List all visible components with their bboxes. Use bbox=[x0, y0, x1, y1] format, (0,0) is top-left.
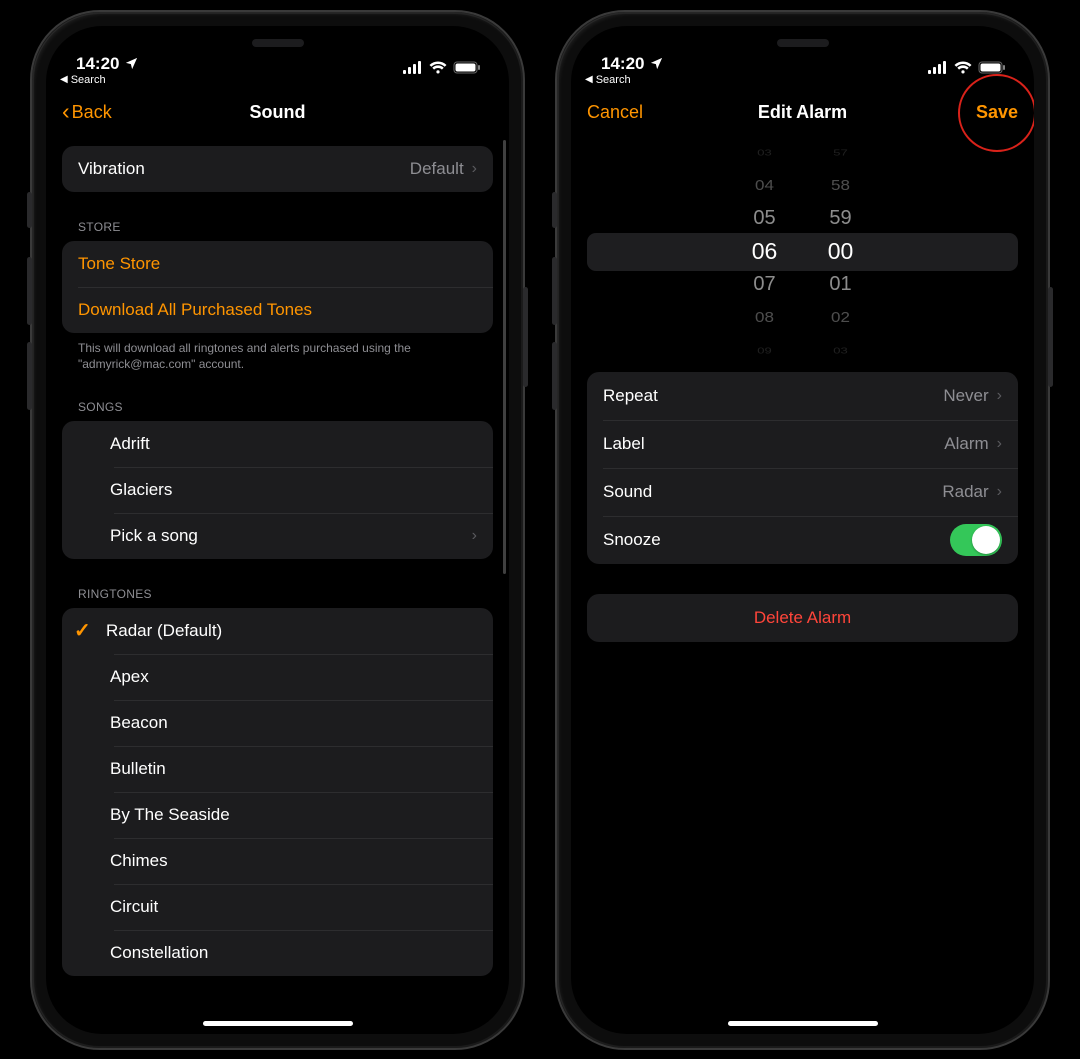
snooze-row: Snooze bbox=[587, 516, 1018, 564]
ringtone-row[interactable]: Chimes bbox=[62, 838, 493, 884]
battery-icon bbox=[453, 61, 481, 74]
sound-row[interactable]: Sound Radar › bbox=[587, 468, 1018, 516]
cellular-icon bbox=[928, 61, 948, 74]
side-button bbox=[27, 192, 32, 228]
tone-store-row[interactable]: Tone Store bbox=[62, 241, 493, 287]
cancel-button[interactable]: Cancel bbox=[587, 102, 643, 123]
row-label: Adrift bbox=[110, 434, 477, 454]
side-button bbox=[552, 342, 557, 410]
row-label: Radar (Default) bbox=[106, 621, 477, 641]
page-title: Edit Alarm bbox=[758, 102, 847, 123]
wifi-icon bbox=[954, 61, 972, 74]
row-label: Repeat bbox=[603, 386, 943, 406]
status-bar: 14:20 bbox=[571, 26, 1034, 76]
picker-minutes[interactable]: 57 58 59 00 01 02 03 bbox=[821, 136, 861, 367]
phone-left: 14:20 ◀ Search ‹ Back Sound bbox=[30, 10, 525, 1050]
row-label: Chimes bbox=[110, 851, 477, 871]
chevron-right-icon: › bbox=[472, 527, 477, 545]
row-value: Alarm bbox=[944, 434, 988, 454]
ringtone-row[interactable]: Apex bbox=[62, 654, 493, 700]
cancel-label: Cancel bbox=[587, 102, 643, 123]
nav-bar: ‹ Back Sound bbox=[46, 90, 509, 136]
chevron-left-icon: ‹ bbox=[62, 100, 70, 123]
row-label: Label bbox=[603, 434, 944, 454]
row-value: Never bbox=[943, 386, 988, 406]
section-footer: This will download all ringtones and ale… bbox=[62, 333, 493, 372]
ringtone-row[interactable]: By The Seaside bbox=[62, 792, 493, 838]
battery-icon bbox=[978, 61, 1006, 74]
song-row[interactable]: Glaciers bbox=[62, 467, 493, 513]
picker-hours[interactable]: 03 04 05 06 07 08 09 bbox=[745, 136, 785, 367]
home-indicator[interactable] bbox=[203, 1021, 353, 1026]
chevron-right-icon: › bbox=[997, 435, 1002, 453]
home-indicator[interactable] bbox=[728, 1021, 878, 1026]
row-label: Beacon bbox=[110, 713, 477, 733]
section-header-store: STORE bbox=[62, 202, 493, 241]
row-label: Tone Store bbox=[78, 254, 477, 274]
delete-label: Delete Alarm bbox=[754, 608, 851, 628]
row-label: Pick a song bbox=[110, 526, 464, 546]
ringtone-row[interactable]: Constellation bbox=[62, 930, 493, 976]
page-title: Sound bbox=[250, 102, 306, 123]
save-button[interactable]: Save bbox=[976, 102, 1018, 123]
row-label: Constellation bbox=[110, 943, 477, 963]
status-time: 14:20 bbox=[76, 54, 119, 74]
chevron-left-icon: ◀ bbox=[585, 74, 593, 85]
save-label: Save bbox=[976, 102, 1018, 123]
chevron-right-icon: › bbox=[997, 387, 1002, 405]
nav-bar: Cancel Edit Alarm Save bbox=[571, 90, 1034, 136]
vibration-row[interactable]: Vibration Default › bbox=[62, 146, 493, 192]
repeat-row[interactable]: Repeat Never › bbox=[587, 372, 1018, 420]
row-label: Bulletin bbox=[110, 759, 477, 779]
ringtone-row[interactable]: ✓ Radar (Default) bbox=[62, 608, 493, 654]
chevron-left-icon: ◀ bbox=[60, 74, 68, 85]
row-label: Vibration bbox=[78, 159, 410, 179]
side-button bbox=[523, 287, 528, 387]
row-value: Radar bbox=[942, 482, 988, 502]
chevron-right-icon: › bbox=[472, 160, 477, 178]
checkmark-icon: ✓ bbox=[74, 618, 106, 643]
ringtone-row[interactable]: Beacon bbox=[62, 700, 493, 746]
back-button[interactable]: ‹ Back bbox=[62, 102, 112, 123]
section-header-songs: SONGS bbox=[62, 382, 493, 421]
phone-right: 14:20 ◀ Search Cancel Edit Alarm bbox=[555, 10, 1050, 1050]
side-button bbox=[27, 257, 32, 325]
download-all-row[interactable]: Download All Purchased Tones bbox=[62, 287, 493, 333]
scrollbar[interactable] bbox=[503, 140, 506, 574]
cellular-icon bbox=[403, 61, 423, 74]
side-button bbox=[27, 342, 32, 410]
location-icon bbox=[649, 56, 664, 71]
status-bar: 14:20 bbox=[46, 26, 509, 76]
delete-alarm-button[interactable]: Delete Alarm bbox=[587, 594, 1018, 642]
row-label: Circuit bbox=[110, 897, 477, 917]
time-picker[interactable]: 03 04 05 06 07 08 09 57 58 59 00 01 bbox=[587, 152, 1018, 352]
pick-song-row[interactable]: Pick a song › bbox=[62, 513, 493, 559]
song-row[interactable]: Adrift bbox=[62, 421, 493, 467]
row-label: Glaciers bbox=[110, 480, 477, 500]
row-label: Sound bbox=[603, 482, 942, 502]
status-time: 14:20 bbox=[601, 54, 644, 74]
ringtone-row[interactable]: Circuit bbox=[62, 884, 493, 930]
row-label: By The Seaside bbox=[110, 805, 477, 825]
row-label: Apex bbox=[110, 667, 477, 687]
wifi-icon bbox=[429, 61, 447, 74]
snooze-switch[interactable] bbox=[950, 524, 1002, 556]
side-button bbox=[552, 257, 557, 325]
section-header-ringtones: RINGTONES bbox=[62, 569, 493, 608]
label-row[interactable]: Label Alarm › bbox=[587, 420, 1018, 468]
side-button bbox=[552, 192, 557, 228]
back-label: Back bbox=[72, 102, 112, 123]
chevron-right-icon: › bbox=[997, 483, 1002, 501]
side-button bbox=[1048, 287, 1053, 387]
row-label: Download All Purchased Tones bbox=[78, 300, 477, 320]
location-icon bbox=[124, 56, 139, 71]
ringtone-row[interactable]: Bulletin bbox=[62, 746, 493, 792]
row-value: Default bbox=[410, 159, 464, 179]
row-label: Snooze bbox=[603, 530, 950, 550]
